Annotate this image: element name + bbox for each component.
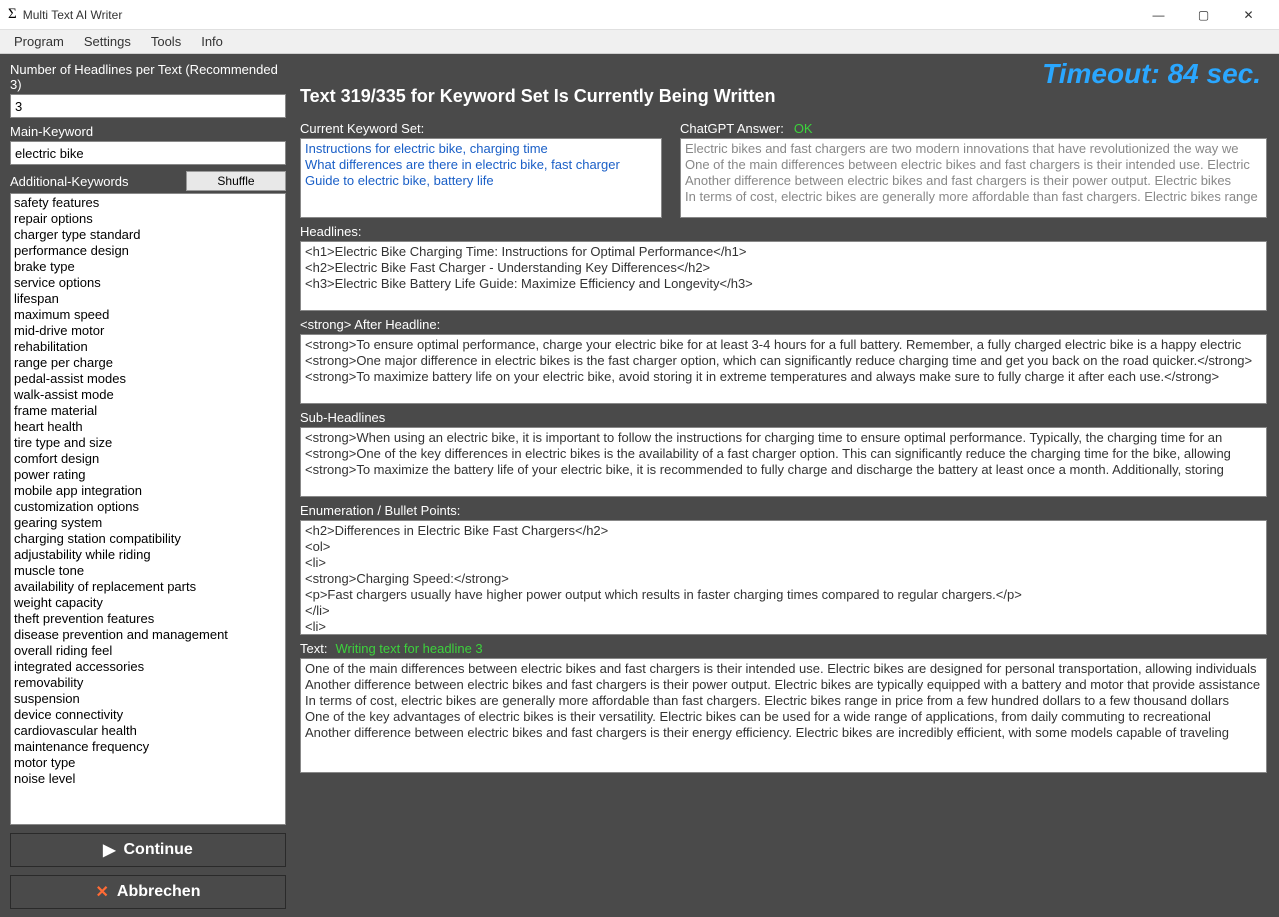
- list-item[interactable]: rehabilitation: [14, 339, 282, 355]
- chatgpt-answer-label: ChatGPT Answer:OK: [680, 121, 1267, 136]
- headlines-count-label: Number of Headlines per Text (Recommende…: [10, 62, 286, 92]
- main-keyword-input[interactable]: [10, 141, 286, 165]
- list-item[interactable]: tire type and size: [14, 435, 282, 451]
- sub-headlines-label: Sub-Headlines: [300, 410, 1267, 425]
- list-item[interactable]: repair options: [14, 211, 282, 227]
- list-item[interactable]: motor type: [14, 755, 282, 771]
- keywords-listbox[interactable]: safety featuresrepair optionscharger typ…: [10, 193, 286, 825]
- abort-button[interactable]: ✕Abbrechen: [10, 875, 286, 909]
- menu-tools[interactable]: Tools: [141, 31, 191, 52]
- list-item[interactable]: heart health: [14, 419, 282, 435]
- left-panel: Number of Headlines per Text (Recommende…: [0, 54, 294, 917]
- headlines-box[interactable]: <h1>Electric Bike Charging Time: Instruc…: [300, 241, 1267, 311]
- chatgpt-answer-box[interactable]: Electric bikes and fast chargers are two…: [680, 138, 1267, 218]
- maximize-button[interactable]: ▢: [1181, 0, 1226, 29]
- timeout-display: Timeout: 84 sec.: [1042, 58, 1261, 90]
- list-item[interactable]: cardiovascular health: [14, 723, 282, 739]
- list-item[interactable]: power rating: [14, 467, 282, 483]
- list-item[interactable]: mid-drive motor: [14, 323, 282, 339]
- list-item[interactable]: mobile app integration: [14, 483, 282, 499]
- list-item[interactable]: charging station compatibility: [14, 531, 282, 547]
- play-icon: ▶: [103, 840, 115, 860]
- list-item[interactable]: lifespan: [14, 291, 282, 307]
- continue-button[interactable]: ▶Continue: [10, 833, 286, 867]
- list-item[interactable]: suspension: [14, 691, 282, 707]
- menu-settings[interactable]: Settings: [74, 31, 141, 52]
- strong-after-headline-box[interactable]: <strong>To ensure optimal performance, c…: [300, 334, 1267, 404]
- close-button[interactable]: ✕: [1226, 0, 1271, 29]
- answer-status: OK: [794, 121, 813, 136]
- list-item[interactable]: safety features: [14, 195, 282, 211]
- list-item[interactable]: service options: [14, 275, 282, 291]
- text-label: Text:Writing text for headline 3: [300, 641, 1267, 656]
- main-keyword-label: Main-Keyword: [10, 124, 286, 139]
- headlines-count-input[interactable]: [10, 94, 286, 118]
- list-item[interactable]: gearing system: [14, 515, 282, 531]
- titlebar: Σ Multi Text AI Writer — ▢ ✕: [0, 0, 1279, 30]
- current-keyword-set-box[interactable]: Instructions for electric bike, charging…: [300, 138, 662, 218]
- menu-program[interactable]: Program: [4, 31, 74, 52]
- sub-headlines-box[interactable]: <strong>When using an electric bike, it …: [300, 427, 1267, 497]
- app-icon: Σ: [8, 6, 17, 23]
- list-item[interactable]: muscle tone: [14, 563, 282, 579]
- right-panel: Text 319/335 for Keyword Set Is Currentl…: [294, 54, 1279, 917]
- list-item[interactable]: charger type standard: [14, 227, 282, 243]
- list-item[interactable]: device connectivity: [14, 707, 282, 723]
- list-item[interactable]: comfort design: [14, 451, 282, 467]
- list-item[interactable]: overall riding feel: [14, 643, 282, 659]
- list-item[interactable]: removability: [14, 675, 282, 691]
- text-box[interactable]: One of the main differences between elec…: [300, 658, 1267, 773]
- list-item[interactable]: availability of replacement parts: [14, 579, 282, 595]
- list-item[interactable]: walk-assist mode: [14, 387, 282, 403]
- menu-info[interactable]: Info: [191, 31, 233, 52]
- headlines-label: Headlines:: [300, 224, 1267, 239]
- list-item[interactable]: maintenance frequency: [14, 739, 282, 755]
- additional-keywords-label: Additional-Keywords: [10, 174, 129, 189]
- strong-after-headline-label: <strong> After Headline:: [300, 317, 1267, 332]
- list-item[interactable]: maximum speed: [14, 307, 282, 323]
- list-item[interactable]: noise level: [14, 771, 282, 787]
- menubar: Program Settings Tools Info: [0, 30, 1279, 54]
- list-item[interactable]: disease prevention and management: [14, 627, 282, 643]
- enumeration-box[interactable]: <h2>Differences in Electric Bike Fast Ch…: [300, 520, 1267, 635]
- list-item[interactable]: adjustability while riding: [14, 547, 282, 563]
- current-keyword-set-label: Current Keyword Set:: [300, 121, 662, 136]
- list-item[interactable]: brake type: [14, 259, 282, 275]
- shuffle-button[interactable]: Shuffle: [186, 171, 286, 191]
- list-item[interactable]: customization options: [14, 499, 282, 515]
- list-item[interactable]: weight capacity: [14, 595, 282, 611]
- window-title: Multi Text AI Writer: [23, 8, 1136, 22]
- list-item[interactable]: frame material: [14, 403, 282, 419]
- enumeration-label: Enumeration / Bullet Points:: [300, 503, 1267, 518]
- list-item[interactable]: pedal-assist modes: [14, 371, 282, 387]
- list-item[interactable]: range per charge: [14, 355, 282, 371]
- minimize-button[interactable]: —: [1136, 0, 1181, 29]
- list-item[interactable]: performance design: [14, 243, 282, 259]
- list-item[interactable]: integrated accessories: [14, 659, 282, 675]
- list-item[interactable]: theft prevention features: [14, 611, 282, 627]
- cancel-icon: ✕: [96, 882, 109, 902]
- text-status: Writing text for headline 3: [335, 641, 482, 656]
